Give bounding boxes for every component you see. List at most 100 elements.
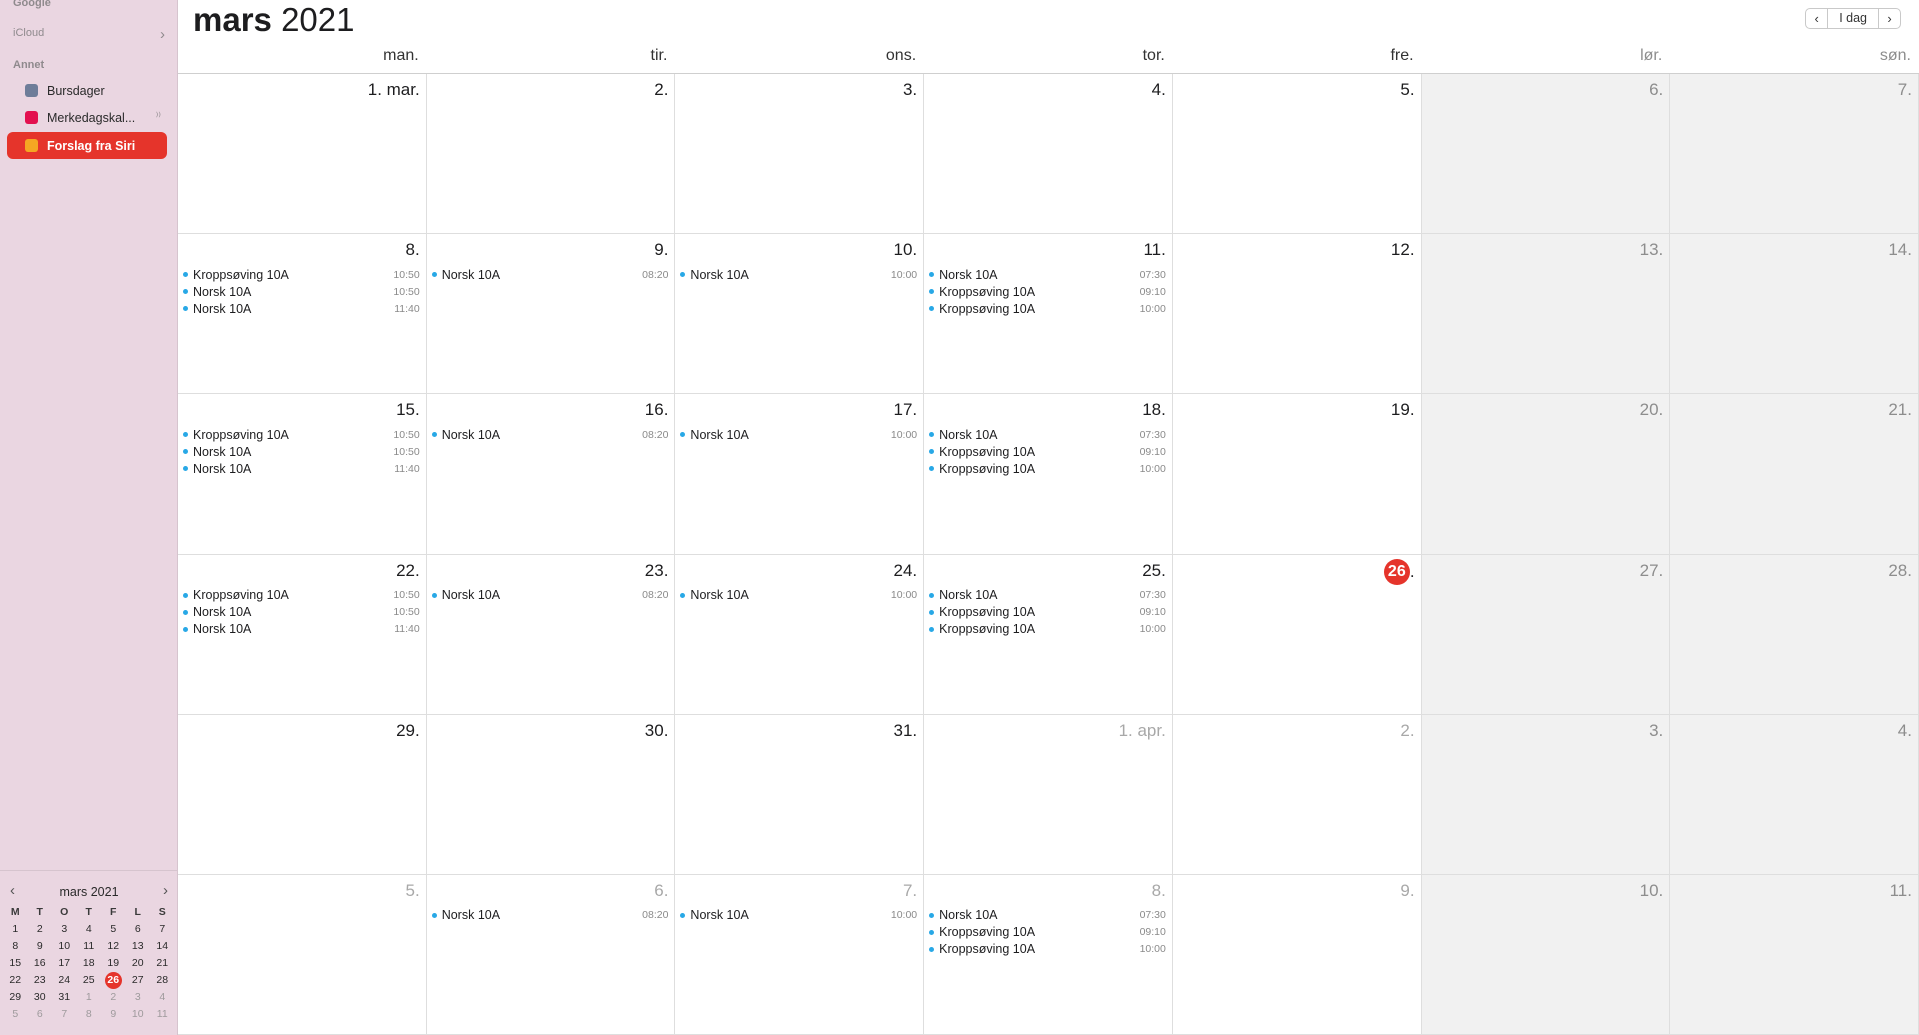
mini-day[interactable]: 2: [28, 921, 53, 938]
day-cell[interactable]: 6.: [1421, 74, 1671, 235]
event-item[interactable]: Norsk 10A 08:20: [431, 587, 668, 604]
day-cell[interactable]: 30.: [426, 714, 676, 875]
day-cell[interactable]: 9.: [1172, 874, 1422, 1035]
day-cell[interactable]: 5.: [1172, 74, 1422, 235]
day-cell[interactable]: 10.: [1421, 874, 1671, 1035]
mini-day[interactable]: 11: [77, 938, 102, 955]
mini-day[interactable]: 22: [3, 972, 28, 989]
day-cell[interactable]: 29.: [178, 714, 427, 875]
day-cell[interactable]: 9. Norsk 10A 08:20: [426, 234, 676, 395]
event-item[interactable]: Kroppsøving 10A 10:00: [929, 460, 1166, 477]
mini-day[interactable]: 10: [126, 1006, 151, 1023]
day-cell[interactable]: 1. mar.: [178, 74, 427, 235]
mini-day[interactable]: 23: [28, 972, 53, 989]
day-cell[interactable]: 3.: [675, 74, 925, 235]
event-item[interactable]: Norsk 10A 10:00: [680, 266, 917, 283]
mini-day[interactable]: 9: [28, 938, 53, 955]
mini-day[interactable]: 1: [3, 921, 28, 938]
sidebar-section-google[interactable]: Google: [13, 0, 51, 9]
event-item[interactable]: Norsk 10A 11:40: [183, 621, 420, 638]
day-cell[interactable]: 24. Norsk 10A 10:00: [675, 554, 925, 715]
event-item[interactable]: Norsk 10A 08:20: [431, 907, 668, 924]
event-item[interactable]: Kroppsøving 10A 09:10: [929, 924, 1166, 941]
mini-day[interactable]: 15: [3, 955, 28, 972]
day-cell[interactable]: 1. apr.: [924, 714, 1173, 875]
day-cell[interactable]: 10. Norsk 10A 10:00: [675, 234, 925, 395]
day-cell[interactable]: 26.: [1172, 554, 1422, 715]
day-cell[interactable]: 2.: [426, 74, 676, 235]
day-cell[interactable]: 6. Norsk 10A 08:20: [426, 874, 676, 1035]
event-item[interactable]: Norsk 10A 11:40: [183, 460, 420, 477]
event-item[interactable]: Norsk 10A 11:40: [183, 300, 420, 317]
day-cell[interactable]: 16. Norsk 10A 08:20: [426, 394, 676, 555]
day-cell[interactable]: 7.: [1670, 74, 1919, 235]
day-cell[interactable]: 4.: [1670, 714, 1919, 875]
event-item[interactable]: Kroppsøving 10A 09:10: [929, 443, 1166, 460]
event-item[interactable]: Norsk 10A 07:30: [929, 587, 1166, 604]
next-month-button[interactable]: ›: [1879, 9, 1900, 28]
mini-day[interactable]: 4: [150, 989, 175, 1006]
mini-day[interactable]: 4: [77, 921, 102, 938]
event-item[interactable]: Norsk 10A 10:00: [680, 426, 917, 443]
mini-day[interactable]: 8: [3, 938, 28, 955]
mini-day[interactable]: 12: [101, 938, 126, 955]
mini-day[interactable]: 28: [150, 972, 175, 989]
mini-day[interactable]: 3: [126, 989, 151, 1006]
mini-day[interactable]: 30: [28, 989, 53, 1006]
today-button[interactable]: I dag: [1827, 9, 1879, 28]
mini-day[interactable]: 17: [52, 955, 77, 972]
day-cell[interactable]: 11. Norsk 10A 07:30 Kroppsøving 10A 09:10 Kro…: [924, 234, 1173, 395]
mini-day[interactable]: 5: [3, 1006, 28, 1023]
sidebar-section-icloud[interactable]: iCloud: [13, 27, 44, 39]
event-item[interactable]: Kroppsøving 10A 10:00: [929, 300, 1166, 317]
day-cell[interactable]: 22. Kroppsøving 10A 10:50 Norsk 10A 10:50 Nor…: [178, 554, 427, 715]
calendar-color-swatch[interactable]: [25, 111, 38, 124]
mini-day[interactable]: 7: [150, 921, 175, 938]
event-item[interactable]: Kroppsøving 10A 10:00: [929, 621, 1166, 638]
mini-day[interactable]: 27: [126, 972, 151, 989]
day-cell[interactable]: 5.: [178, 874, 427, 1035]
chevron-right-icon[interactable]: ›: [163, 882, 168, 899]
event-item[interactable]: Norsk 10A 08:20: [431, 426, 668, 443]
event-item[interactable]: Kroppsøving 10A 10:50: [183, 266, 420, 283]
event-item[interactable]: Kroppsøving 10A 10:50: [183, 426, 420, 443]
mini-day[interactable]: 24: [52, 972, 77, 989]
mini-day[interactable]: 26: [101, 972, 126, 989]
day-cell[interactable]: 7. Norsk 10A 10:00: [675, 874, 925, 1035]
day-cell[interactable]: 17. Norsk 10A 10:00: [675, 394, 925, 555]
mini-day[interactable]: 19: [101, 955, 126, 972]
event-item[interactable]: Kroppsøving 10A 10:00: [929, 941, 1166, 958]
mini-day[interactable]: 13: [126, 938, 151, 955]
day-cell[interactable]: 18. Norsk 10A 07:30 Kroppsøving 10A 09:10 Kro…: [924, 394, 1173, 555]
event-item[interactable]: Norsk 10A 07:30: [929, 426, 1166, 443]
day-cell[interactable]: 21.: [1670, 394, 1919, 555]
mini-day[interactable]: 1: [77, 989, 102, 1006]
calendar-item-forslag-fra-siri[interactable]: Forslag fra Siri: [7, 132, 167, 159]
calendar-color-swatch[interactable]: [25, 84, 38, 97]
event-item[interactable]: Kroppsøving 10A 10:50: [183, 587, 420, 604]
mini-day[interactable]: 5: [101, 921, 126, 938]
event-item[interactable]: Norsk 10A 10:00: [680, 587, 917, 604]
mini-day[interactable]: 31: [52, 989, 77, 1006]
day-cell[interactable]: 20.: [1421, 394, 1671, 555]
day-cell[interactable]: 3.: [1421, 714, 1671, 875]
event-item[interactable]: Norsk 10A 10:00: [680, 907, 917, 924]
mini-day[interactable]: 14: [150, 938, 175, 955]
day-cell[interactable]: 28.: [1670, 554, 1919, 715]
mini-day[interactable]: 18: [77, 955, 102, 972]
event-item[interactable]: Norsk 10A 07:30: [929, 907, 1166, 924]
mini-day[interactable]: 8: [77, 1006, 102, 1023]
event-item[interactable]: Kroppsøving 10A 09:10: [929, 604, 1166, 621]
day-cell[interactable]: 4.: [924, 74, 1173, 235]
previous-month-button[interactable]: ‹: [1806, 9, 1827, 28]
mini-day[interactable]: 7: [52, 1006, 77, 1023]
event-item[interactable]: Kroppsøving 10A 09:10: [929, 283, 1166, 300]
mini-day[interactable]: 3: [52, 921, 77, 938]
calendar-item-bursdager[interactable]: Bursdager: [7, 77, 167, 104]
day-cell[interactable]: 27.: [1421, 554, 1671, 715]
day-cell[interactable]: 13.: [1421, 234, 1671, 395]
day-cell[interactable]: 23. Norsk 10A 08:20: [426, 554, 676, 715]
mini-day[interactable]: 2: [101, 989, 126, 1006]
event-item[interactable]: Norsk 10A 10:50: [183, 604, 420, 621]
day-cell[interactable]: 31.: [675, 714, 925, 875]
